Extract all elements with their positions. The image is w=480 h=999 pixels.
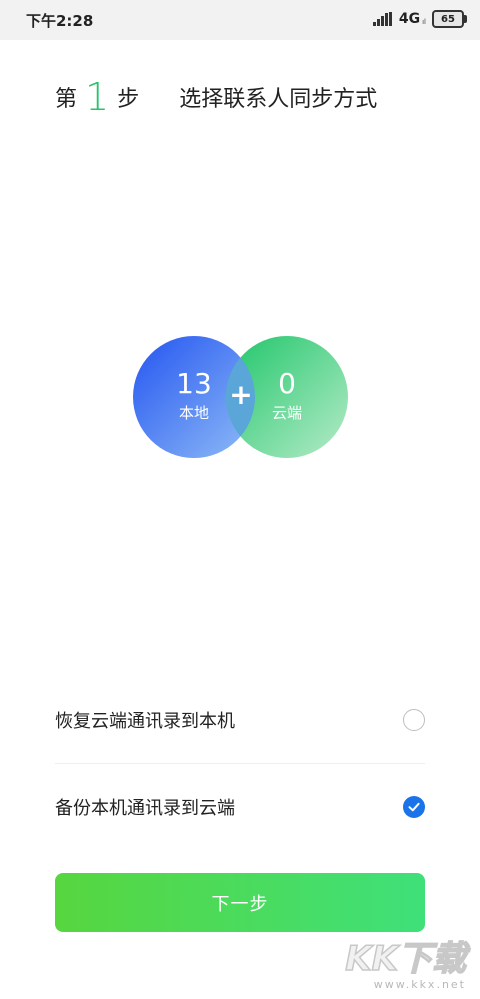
option-label: 恢复云端通讯录到本机 bbox=[55, 711, 235, 732]
cloud-count-group: 0 云端 bbox=[247, 367, 327, 423]
option-label: 备份本机通讯录到云端 bbox=[55, 798, 235, 819]
local-count: 13 bbox=[176, 367, 212, 400]
watermark: KK下载 www.kkx.net bbox=[336, 939, 467, 996]
watermark-url: www.kkx.net bbox=[373, 978, 466, 991]
status-bar: 下午2:28 4G ıl 65 bbox=[0, 0, 480, 40]
step-number: 1 bbox=[85, 75, 110, 119]
next-step-button[interactable]: 下一步 bbox=[55, 873, 425, 932]
option-restore-cloud-to-local[interactable]: 恢复云端通讯录到本机 bbox=[55, 677, 425, 763]
step-prefix: 第 bbox=[55, 87, 78, 112]
radio-unchecked-icon[interactable] bbox=[403, 709, 425, 731]
battery-icon: 65 bbox=[432, 10, 467, 28]
cloud-label: 云端 bbox=[271, 404, 302, 422]
option-backup-local-to-cloud[interactable]: 备份本机通讯录到云端 bbox=[55, 764, 425, 850]
signal-icon bbox=[372, 12, 392, 26]
step-suffix: 步 bbox=[117, 87, 140, 112]
cloud-count: 0 bbox=[278, 367, 296, 400]
status-time: 下午2:28 bbox=[26, 12, 94, 30]
local-count-group: 13 本地 bbox=[154, 367, 234, 423]
page-title: 第 1 步 选择联系人同步方式 bbox=[55, 72, 377, 122]
checkmark-icon bbox=[408, 802, 420, 812]
step-description: 选择联系人同步方式 bbox=[179, 87, 378, 112]
battery-level: 65 bbox=[441, 13, 455, 25]
radio-checked-icon[interactable] bbox=[403, 796, 425, 818]
network-type: 4G bbox=[398, 11, 421, 27]
network-activity-icon: ıl bbox=[422, 18, 426, 26]
status-icons: 4G ıl 65 bbox=[372, 9, 467, 29]
sync-summary-diagram: 13 本地 + 0 云端 bbox=[133, 336, 348, 458]
watermark-logo: KK下载 bbox=[345, 939, 467, 979]
local-label: 本地 bbox=[178, 404, 209, 422]
